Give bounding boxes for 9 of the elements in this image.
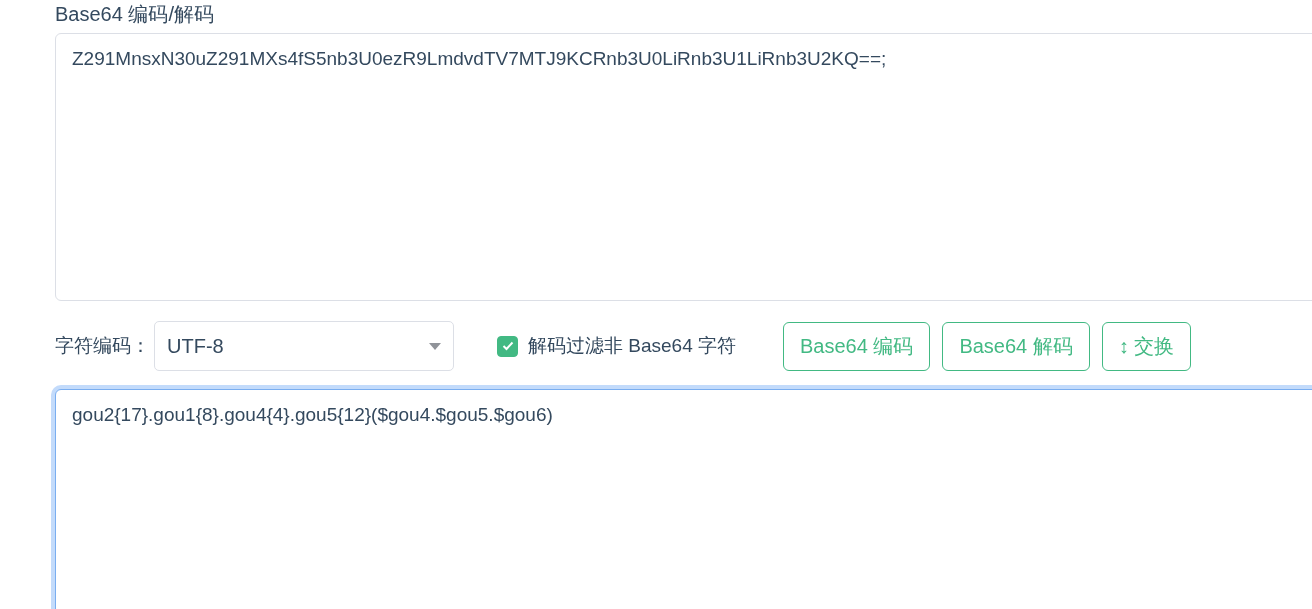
encoding-label: 字符编码： [55,334,150,358]
encoding-select[interactable]: UTF-8 [154,321,454,371]
filter-label: 解码过滤非 Base64 字符 [528,334,736,358]
filter-checkbox[interactable] [497,335,518,357]
check-icon [501,341,514,351]
page-heading: Base64 编码/解码 [55,4,215,24]
output-field[interactable]: gou2{17}.gou1{8}.gou4{4}.gou5{12}($gou4.$gou5.$gou6) [55,389,1312,609]
input-field[interactable]: Z291MnsxN30uZ291MXs4fS5nb3U0ezR9LmdvdTV7MTJ9KCRnb3U0LiRnb3U1LiRnb3U2KQ==; [55,33,1312,301]
caret-icon [429,342,441,350]
